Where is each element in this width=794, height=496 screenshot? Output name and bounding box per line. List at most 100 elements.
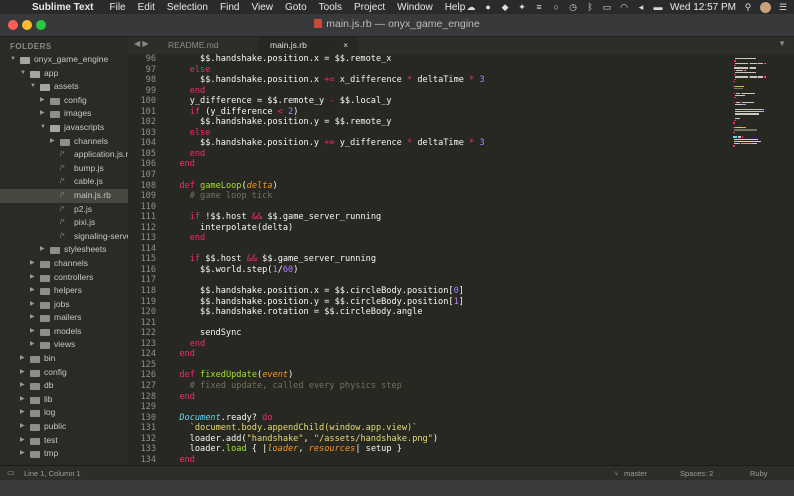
chevron-right-icon[interactable]: ▶ — [40, 94, 45, 108]
sidebar-folder[interactable]: ▶ test — [0, 434, 128, 448]
sidebar-folder[interactable]: ▶ models — [0, 325, 128, 339]
code-editor[interactable]: 96 97 98 99 100 101 102 103 104 105 106 107 108 109 11… — [128, 54, 728, 465]
sidebar-file[interactable]: /* application.js.rb — [0, 148, 128, 162]
avatar[interactable] — [760, 1, 771, 13]
list-icon[interactable]: ☰ — [778, 2, 788, 12]
time-machine-icon[interactable]: ◷ — [568, 2, 578, 12]
chevron-right-icon[interactable]: ▶ — [20, 366, 25, 380]
code-line[interactable] — [169, 275, 485, 286]
wifi-icon[interactable]: ◠ — [619, 2, 629, 12]
code-line[interactable]: $$.handshake.position.x = $$.remote_x — [169, 54, 485, 65]
sidebar-file[interactable]: /* pixi.js — [0, 216, 128, 230]
code-line[interactable]: if (y_difference < 2) — [169, 107, 485, 118]
sidebar-folder[interactable]: ▼ javascripts — [0, 121, 128, 135]
sidebar-folder[interactable]: ▶ images — [0, 107, 128, 121]
menu-app-name[interactable]: Sublime Text — [32, 2, 94, 13]
chevron-right-icon[interactable]: ▶ — [20, 393, 25, 407]
chevron-right-icon[interactable]: ▶ — [20, 434, 25, 448]
code-line[interactable]: end — [169, 455, 485, 465]
sidebar-folder[interactable]: ▶ tmp — [0, 447, 128, 461]
code-line[interactable] — [169, 202, 485, 213]
minimap[interactable] — [728, 54, 794, 465]
code-line[interactable] — [169, 170, 485, 181]
code-line[interactable]: loader.add("handshake", "/assets/handsha… — [169, 434, 485, 445]
menu-help[interactable]: Help — [445, 2, 466, 13]
chevron-right-icon[interactable]: ▶ — [30, 338, 35, 352]
code-line[interactable]: sendSync — [169, 328, 485, 339]
ring-icon[interactable]: ○ — [551, 2, 561, 12]
chevron-right-icon[interactable]: ▶ — [20, 420, 25, 434]
menu-window[interactable]: Window — [397, 2, 433, 13]
code-line[interactable]: end — [169, 349, 485, 360]
sidebar-folder[interactable]: ▶ channels — [0, 257, 128, 271]
code-line[interactable] — [169, 244, 485, 255]
chevron-right-icon[interactable]: ▶ — [40, 243, 45, 257]
sidebar-folder[interactable]: ▶ config — [0, 94, 128, 108]
chevron-down-icon[interactable]: ▼ — [30, 80, 36, 94]
code-line[interactable]: $$.handshake.position.y = $$.circleBody.… — [169, 297, 485, 308]
close-icon[interactable]: × — [343, 37, 348, 54]
shield-icon[interactable]: ◆ — [500, 2, 510, 12]
code-line[interactable] — [169, 318, 485, 329]
sidebar-folder[interactable]: ▶ helpers — [0, 284, 128, 298]
sidebar-folder[interactable]: ▶ views — [0, 338, 128, 352]
sidebar-folder[interactable]: ▶ config — [0, 366, 128, 380]
git-branch[interactable]: master — [624, 469, 647, 478]
code-line[interactable] — [169, 360, 485, 371]
chevron-right-icon[interactable]: ▶ — [30, 298, 35, 312]
chevron-right-icon[interactable]: ▶ — [30, 271, 35, 285]
sidebar-folder[interactable]: ▼ assets — [0, 80, 128, 94]
chevron-right-icon[interactable]: ▶ — [50, 135, 55, 149]
sidebar-folder[interactable]: ▶ jobs — [0, 298, 128, 312]
sidebar-folder[interactable]: ▼ onyx_game_engine — [0, 53, 128, 67]
code-line[interactable]: if !$$.host && $$.game_server_running — [169, 212, 485, 223]
code-line[interactable]: end — [169, 86, 485, 97]
sidebar-folder[interactable]: ▶ log — [0, 406, 128, 420]
volume-icon[interactable]: ◂ — [636, 2, 646, 12]
airplay-icon[interactable]: ▭ — [602, 2, 612, 12]
code-line[interactable]: Document.ready? do — [169, 413, 485, 424]
chevron-right-icon[interactable]: ▶ — [20, 447, 25, 461]
menu-tools[interactable]: Tools — [319, 2, 342, 13]
sidebar-folder[interactable]: ▶ public — [0, 420, 128, 434]
menu-goto[interactable]: Goto — [285, 2, 307, 13]
code-line[interactable]: end — [169, 149, 485, 160]
code-line[interactable]: end — [169, 339, 485, 350]
search-icon[interactable]: ⚲ — [743, 2, 753, 12]
chevron-right-icon[interactable]: ▶ — [30, 311, 35, 325]
tab-menu-chevron-icon[interactable]: ▼ — [778, 39, 786, 48]
cloud-icon[interactable]: ☁ — [466, 2, 476, 12]
chevron-right-icon[interactable]: ▶ — [30, 325, 35, 339]
code-line[interactable]: def fixedUpdate(event) — [169, 370, 485, 381]
sidebar-folder[interactable]: ▶ db — [0, 379, 128, 393]
chevron-right-icon[interactable]: ▶ — [40, 107, 45, 121]
sidebar-folder[interactable]: ▶ bin — [0, 352, 128, 366]
menu-edit[interactable]: Edit — [138, 2, 155, 13]
menu-find[interactable]: Find — [220, 2, 239, 13]
code-line[interactable]: end — [169, 392, 485, 403]
code-line[interactable]: loader.load { |loader, resources| setup … — [169, 444, 485, 455]
sidebar-folder[interactable]: ▶ channels — [0, 135, 128, 149]
tab-main-js-rb[interactable]: main.js.rb × — [258, 37, 358, 54]
menu-selection[interactable]: Selection — [167, 2, 208, 13]
sidebar-folder[interactable]: ▶ controllers — [0, 271, 128, 285]
chevron-right-icon[interactable]: ▶ — [20, 406, 25, 420]
chevron-right-icon[interactable]: ▶ — [20, 352, 25, 366]
chevron-down-icon[interactable]: ▼ — [20, 67, 26, 81]
stack-icon[interactable]: ≡ — [534, 2, 544, 12]
code-line[interactable]: `document.body.appendChild(window.app.vi… — [169, 423, 485, 434]
code-line[interactable]: $$.handshake.position.y += y_difference … — [169, 138, 485, 149]
code-line[interactable]: $$.handshake.position.x = $$.circleBody.… — [169, 286, 485, 297]
code-line[interactable]: else — [169, 65, 485, 76]
code-line[interactable]: if $$.host && $$.game_server_running — [169, 254, 485, 265]
code-line[interactable]: $$.handshake.rotation = $$.circleBody.an… — [169, 307, 485, 318]
sidebar-file[interactable]: /* cable.js — [0, 175, 128, 189]
sidebar-folder[interactable]: ▶ stylesheets — [0, 243, 128, 257]
menu-view[interactable]: View — [251, 2, 273, 13]
battery-icon[interactable]: ▬ — [653, 2, 663, 12]
bluetooth-icon[interactable]: ᛒ — [585, 2, 595, 12]
code-line[interactable]: $$.world.step(1/60) — [169, 265, 485, 276]
code-line[interactable]: # game loop tick — [169, 191, 485, 202]
code-text[interactable]: $$.handshake.position.x = $$.remote_x el… — [169, 54, 485, 465]
chevron-right-icon[interactable]: ▶ — [30, 284, 35, 298]
